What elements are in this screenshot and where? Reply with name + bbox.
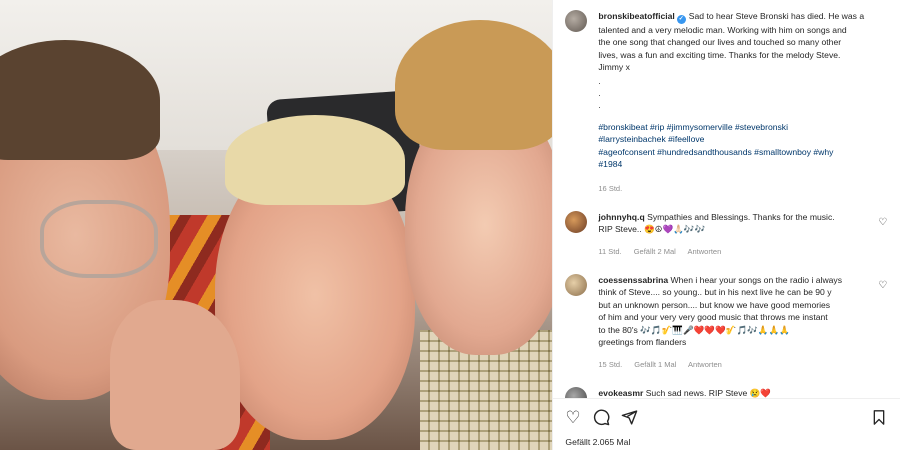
comment-text: but an unknown person.... but know we ha… — [598, 299, 831, 310]
comment-thread[interactable]: bronskibeatofficial ✓ Sad to hear Steve Br… — [553, 0, 900, 398]
photo-hair-right — [395, 20, 553, 150]
hashtags-line[interactable]: #1984 — [598, 158, 883, 170]
comment-like-heart-icon[interactable]: ♡ — [878, 217, 887, 228]
instagram-post: bronskibeatofficial ✓ Sad to hear Steve Br… — [0, 0, 900, 450]
comment-time: 15 Std. — [598, 360, 623, 369]
post-side-panel: bronskibeatofficial ✓ Sad to hear Steve Br… — [552, 0, 900, 450]
hashtags-line[interactable]: #bronskibeat #rip #jimmysomerville #stev… — [598, 121, 883, 133]
comment-text: to the 80's 🎶🎵🎷🎹🎤❤️❤️❤️🎷🎵🎶🙏🙏🙏 — [598, 324, 790, 335]
post-timestamp: 16 Std. — [598, 184, 623, 193]
comment-text: of him and your very very good music tha… — [598, 312, 828, 323]
bookmark-icon[interactable] — [871, 409, 887, 430]
caption-dot: . — [598, 100, 601, 111]
comment-username[interactable]: johnnyhq.q — [598, 212, 644, 222]
comment-meta: 11 Std. Gefällt 2 Mal Antworten — [598, 247, 731, 256]
hashtags-line[interactable]: #larrysteinbachek #ifeellove — [598, 133, 883, 145]
caption-line: talented and a very melodic man. Working… — [598, 25, 847, 35]
commenter-avatar[interactable] — [565, 211, 588, 233]
commenter-avatar[interactable] — [565, 387, 588, 398]
post-photo[interactable] — [0, 0, 553, 450]
likes-count[interactable]: Gefällt 2.065 Mal — [565, 437, 630, 447]
comment-reply-button[interactable]: Antworten — [687, 247, 721, 256]
author-username[interactable]: bronskibeatofficial — [598, 11, 674, 21]
caption-line: lives, was a fun and exciting time. Than… — [598, 49, 841, 60]
caption-line: Sad to hear Steve Bronski has died. He w… — [688, 11, 865, 21]
post-actions-bar: ♡ Gefällt 2.065 Mal — [553, 398, 900, 451]
comment-likes-count[interactable]: Gefällt 1 Mal — [634, 360, 676, 369]
caption-line: the one song that changed our lives and … — [598, 37, 842, 48]
photo-hair-center — [225, 115, 405, 205]
comment-reply-button[interactable]: Antworten — [688, 360, 722, 369]
comment-text: Sympathies and Blessings. Thanks for the… — [647, 212, 835, 222]
comment-text: think of Steve.... so young.. but in his… — [598, 287, 832, 298]
photo-glasses — [40, 200, 158, 278]
commenter-avatar[interactable] — [565, 274, 588, 296]
author-avatar[interactable] — [565, 10, 588, 32]
caption-dot: . — [598, 75, 601, 86]
verified-badge-icon: ✓ — [676, 15, 686, 24]
caption-line: Jimmy x — [598, 62, 630, 73]
hashtags-line[interactable]: #ageofconsent #hundredsandthousands #sma… — [598, 146, 883, 158]
caption-dot: . — [598, 88, 601, 99]
comment-text: When i hear your songs on the radio i al… — [670, 275, 843, 285]
photo-hand — [110, 300, 240, 450]
comment-username[interactable]: coessenssabrina — [598, 275, 668, 285]
comment-meta: 15 Std. Gefällt 1 Mal Antworten — [598, 360, 731, 369]
caption-body: bronskibeatofficial ✓ Sad to hear Steve Br… — [598, 10, 883, 170]
comment-text: RIP Steve.. 😍☮💜🙏🏻🎶🎶 — [598, 224, 706, 235]
comment-time: 11 Std. — [598, 247, 622, 256]
post-time: 16 Std. — [598, 184, 632, 193]
paper-plane-icon[interactable] — [621, 409, 638, 430]
comment-bubble-icon[interactable] — [593, 409, 610, 430]
comment-body: johnnyhq.q Sympathies and Blessings. Tha… — [598, 211, 858, 236]
comment-like-heart-icon[interactable]: ♡ — [878, 280, 887, 291]
comment-likes-count[interactable]: Gefällt 2 Mal — [634, 247, 676, 256]
comment-text: Such sad news. RIP Steve 😢❤️ — [645, 388, 772, 398]
comment-username[interactable]: evokeasmr — [598, 388, 643, 398]
comment-body: coessenssabrina When i hear your songs o… — [598, 274, 858, 348]
comment-text: greetings from flanders — [598, 337, 687, 348]
comment-body: evokeasmr Such sad news. RIP Steve 😢❤️ — [598, 387, 858, 398]
like-heart-icon[interactable]: ♡ — [565, 409, 580, 427]
